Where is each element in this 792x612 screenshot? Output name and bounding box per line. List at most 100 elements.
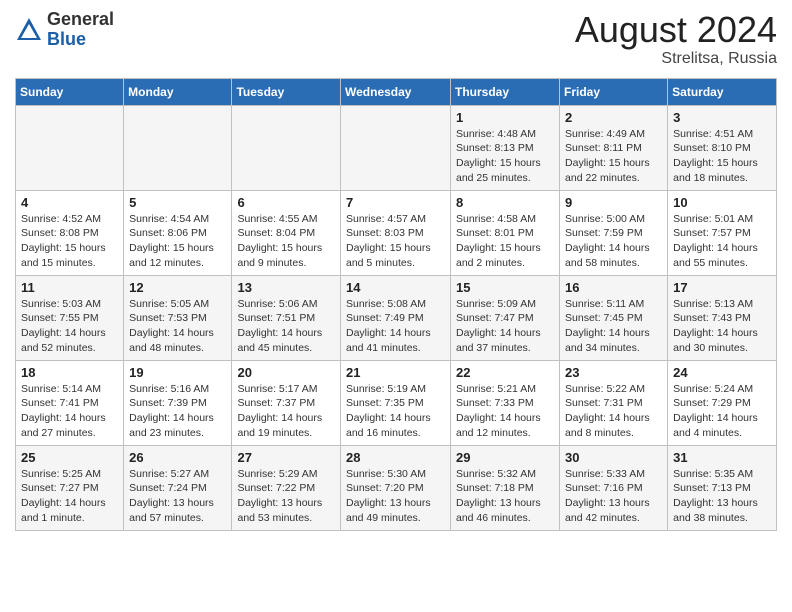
calendar-day-cell: 7Sunrise: 4:57 AMSunset: 8:03 PMDaylight…	[341, 190, 451, 275]
day-of-week-header: Tuesday	[232, 78, 341, 105]
calendar-day-cell: 22Sunrise: 5:21 AMSunset: 7:33 PMDayligh…	[451, 360, 560, 445]
day-number: 13	[237, 280, 335, 295]
day-number: 28	[346, 450, 445, 465]
calendar-day-cell: 10 Sunrise: 5:01 AMSunset: 7:57 PMDayligh…	[668, 190, 777, 275]
day-number: 11	[21, 280, 118, 295]
day-detail: Sunrise: 5:30 AMSunset: 7:20 PMDaylight:…	[346, 467, 445, 526]
day-detail: Sunrise: 5:09 AMSunset: 7:47 PMDaylight:…	[456, 297, 554, 356]
calendar-day-cell: 20 Sunrise: 5:17 AMSunset: 7:37 PMDayligh…	[232, 360, 341, 445]
day-number: 26	[129, 450, 226, 465]
day-number: 24	[673, 365, 771, 380]
day-number: 18	[21, 365, 118, 380]
day-number: 14	[346, 280, 445, 295]
day-detail: Sunrise: 4:48 AMSunset: 8:13 PMDaylight:…	[456, 127, 554, 186]
logo-general-text: General	[47, 9, 114, 29]
day-detail: Sunrise: 4:52 AMSunset: 8:08 PMDaylight:…	[21, 212, 118, 271]
calendar-day-cell: 15 Sunrise: 5:09 AMSunset: 7:47 PMDayligh…	[451, 275, 560, 360]
day-number: 6	[237, 195, 335, 210]
calendar-day-cell: 31 Sunrise: 5:35 AMSunset: 7:13 PMDayligh…	[668, 445, 777, 530]
day-number: 15	[456, 280, 554, 295]
day-number: 7	[346, 195, 445, 210]
day-number: 21	[346, 365, 445, 380]
calendar-day-cell: 8 Sunrise: 4:58 AMSunset: 8:01 PMDaylight…	[451, 190, 560, 275]
calendar-day-cell: 29 Sunrise: 5:32 AMSunset: 7:18 PMDayligh…	[451, 445, 560, 530]
calendar-day-cell	[16, 105, 124, 190]
location: Strelitsa, Russia	[575, 50, 777, 68]
day-number: 20	[237, 365, 335, 380]
month-year: August 2024	[575, 10, 777, 50]
day-detail: Sunrise: 5:03 AMSunset: 7:55 PMDaylight:…	[21, 297, 118, 356]
calendar-day-cell: 30Sunrise: 5:33 AMSunset: 7:16 PMDayligh…	[560, 445, 668, 530]
day-detail: Sunrise: 4:49 AMSunset: 8:11 PMDaylight:…	[565, 127, 662, 186]
day-detail: Sunrise: 4:54 AMSunset: 8:06 PMDaylight:…	[129, 212, 226, 271]
calendar-day-cell: 14Sunrise: 5:08 AMSunset: 7:49 PMDayligh…	[341, 275, 451, 360]
day-number: 3	[673, 110, 771, 125]
day-detail: Sunrise: 5:21 AMSunset: 7:33 PMDaylight:…	[456, 382, 554, 441]
day-header-row: SundayMondayTuesdayWednesdayThursdayFrid…	[16, 78, 777, 105]
calendar-day-cell: 5 Sunrise: 4:54 AMSunset: 8:06 PMDaylight…	[124, 190, 232, 275]
day-number: 8	[456, 195, 554, 210]
day-detail: Sunrise: 5:32 AMSunset: 7:18 PMDaylight:…	[456, 467, 554, 526]
logo-icon	[15, 16, 43, 44]
day-detail: Sunrise: 4:55 AMSunset: 8:04 PMDaylight:…	[237, 212, 335, 271]
calendar-body: 1 Sunrise: 4:48 AMSunset: 8:13 PMDaylight…	[16, 105, 777, 530]
day-number: 29	[456, 450, 554, 465]
logo-blue-text: Blue	[47, 29, 86, 49]
page-header: General Blue August 2024 Strelitsa, Russ…	[15, 10, 777, 68]
day-detail: Sunrise: 5:35 AMSunset: 7:13 PMDaylight:…	[673, 467, 771, 526]
calendar-day-cell: 4 Sunrise: 4:52 AMSunset: 8:08 PMDaylight…	[16, 190, 124, 275]
calendar-week-row: 18 Sunrise: 5:14 AMSunset: 7:41 PMDayligh…	[16, 360, 777, 445]
day-of-week-header: Saturday	[668, 78, 777, 105]
title-block: August 2024 Strelitsa, Russia	[575, 10, 777, 68]
day-number: 17	[673, 280, 771, 295]
calendar-day-cell: 11 Sunrise: 5:03 AMSunset: 7:55 PMDayligh…	[16, 275, 124, 360]
day-detail: Sunrise: 5:14 AMSunset: 7:41 PMDaylight:…	[21, 382, 118, 441]
day-number: 31	[673, 450, 771, 465]
calendar-day-cell: 6 Sunrise: 4:55 AMSunset: 8:04 PMDaylight…	[232, 190, 341, 275]
calendar-day-cell: 16 Sunrise: 5:11 AMSunset: 7:45 PMDayligh…	[560, 275, 668, 360]
calendar-day-cell	[232, 105, 341, 190]
calendar-day-cell: 12Sunrise: 5:05 AMSunset: 7:53 PMDayligh…	[124, 275, 232, 360]
day-detail: Sunrise: 5:25 AMSunset: 7:27 PMDaylight:…	[21, 467, 118, 526]
calendar-table: SundayMondayTuesdayWednesdayThursdayFrid…	[15, 78, 777, 531]
calendar-day-cell: 18 Sunrise: 5:14 AMSunset: 7:41 PMDayligh…	[16, 360, 124, 445]
calendar-day-cell: 19 Sunrise: 5:16 AMSunset: 7:39 PMDayligh…	[124, 360, 232, 445]
day-number: 1	[456, 110, 554, 125]
day-number: 4	[21, 195, 118, 210]
day-number: 10	[673, 195, 771, 210]
day-number: 5	[129, 195, 226, 210]
day-detail: Sunrise: 5:17 AMSunset: 7:37 PMDaylight:…	[237, 382, 335, 441]
day-number: 9	[565, 195, 662, 210]
calendar-day-cell: 2Sunrise: 4:49 AMSunset: 8:11 PMDaylight…	[560, 105, 668, 190]
calendar-day-cell: 9 Sunrise: 5:00 AMSunset: 7:59 PMDaylight…	[560, 190, 668, 275]
day-number: 16	[565, 280, 662, 295]
calendar-day-cell: 3 Sunrise: 4:51 AMSunset: 8:10 PMDaylight…	[668, 105, 777, 190]
day-of-week-header: Thursday	[451, 78, 560, 105]
day-number: 25	[21, 450, 118, 465]
calendar-week-row: 1 Sunrise: 4:48 AMSunset: 8:13 PMDaylight…	[16, 105, 777, 190]
day-of-week-header: Monday	[124, 78, 232, 105]
day-number: 27	[237, 450, 335, 465]
day-detail: Sunrise: 5:01 AMSunset: 7:57 PMDaylight:…	[673, 212, 771, 271]
day-number: 19	[129, 365, 226, 380]
calendar-day-cell: 28 Sunrise: 5:30 AMSunset: 7:20 PMDayligh…	[341, 445, 451, 530]
day-detail: Sunrise: 5:19 AMSunset: 7:35 PMDaylight:…	[346, 382, 445, 441]
day-number: 30	[565, 450, 662, 465]
day-detail: Sunrise: 5:11 AMSunset: 7:45 PMDaylight:…	[565, 297, 662, 356]
logo: General Blue	[15, 10, 114, 50]
calendar-header: SundayMondayTuesdayWednesdayThursdayFrid…	[16, 78, 777, 105]
calendar-day-cell: 25 Sunrise: 5:25 AMSunset: 7:27 PMDayligh…	[16, 445, 124, 530]
day-detail: Sunrise: 5:06 AMSunset: 7:51 PMDaylight:…	[237, 297, 335, 356]
day-detail: Sunrise: 5:24 AMSunset: 7:29 PMDaylight:…	[673, 382, 771, 441]
day-detail: Sunrise: 4:51 AMSunset: 8:10 PMDaylight:…	[673, 127, 771, 186]
day-detail: Sunrise: 5:22 AMSunset: 7:31 PMDaylight:…	[565, 382, 662, 441]
calendar-day-cell: 17 Sunrise: 5:13 AMSunset: 7:43 PMDayligh…	[668, 275, 777, 360]
day-of-week-header: Wednesday	[341, 78, 451, 105]
day-detail: Sunrise: 5:13 AMSunset: 7:43 PMDaylight:…	[673, 297, 771, 356]
calendar-day-cell: 26Sunrise: 5:27 AMSunset: 7:24 PMDayligh…	[124, 445, 232, 530]
day-detail: Sunrise: 5:00 AMSunset: 7:59 PMDaylight:…	[565, 212, 662, 271]
day-detail: Sunrise: 4:58 AMSunset: 8:01 PMDaylight:…	[456, 212, 554, 271]
calendar-week-row: 11 Sunrise: 5:03 AMSunset: 7:55 PMDayligh…	[16, 275, 777, 360]
calendar-day-cell: 13 Sunrise: 5:06 AMSunset: 7:51 PMDayligh…	[232, 275, 341, 360]
day-detail: Sunrise: 5:16 AMSunset: 7:39 PMDaylight:…	[129, 382, 226, 441]
